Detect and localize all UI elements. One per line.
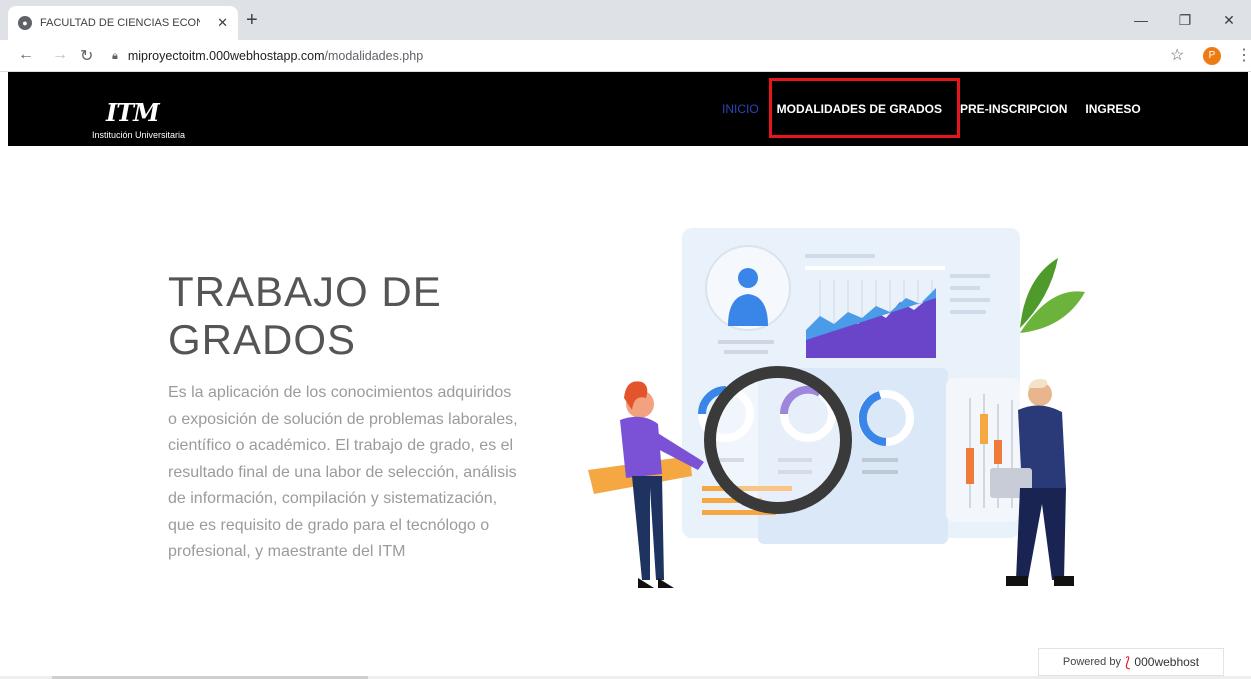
window-close-icon[interactable]: ✕	[1207, 0, 1251, 40]
powered-by-badge[interactable]: Powered by ⟅ 000webhost	[1038, 648, 1224, 676]
restore-icon[interactable]: ❐	[1163, 0, 1207, 40]
nav-pre-inscripcion[interactable]: PRE-INSCRIPCION	[960, 102, 1067, 116]
hero-text-line: científico o académico. El trabajo de gr…	[168, 437, 514, 454]
globe-icon: ●	[18, 16, 32, 30]
minimize-icon[interactable]: —	[1119, 0, 1163, 40]
site-navbar: ITM Institución Universitaria INICIO MOD…	[8, 72, 1248, 146]
page-title: TRABAJO DE GRADOS	[168, 268, 442, 364]
badge-name: 000webhost	[1134, 655, 1200, 669]
hero-text-line: de información, compilación y sistematiz…	[168, 490, 498, 507]
url-path: /modalidades.php	[324, 49, 424, 63]
hero-text-line: resultado final de una labor de selecció…	[168, 463, 517, 481]
window-controls: — ❐ ✕	[1119, 0, 1251, 40]
lock-icon: 🔒︎	[112, 49, 118, 62]
arrow-left-icon[interactable]: ←	[18, 46, 34, 64]
hero-text-line: Es la aplicación de los conocimientos ad…	[168, 384, 512, 401]
title-line-1: TRABAJO DE	[168, 268, 442, 315]
nav-ingreso[interactable]: INGRESO	[1085, 102, 1140, 116]
hero-text-line: o exposición de solución de problemas la…	[168, 410, 518, 428]
browser-tab[interactable]: ● FACULTAD DE CIENCIAS ECONÓ ✕	[8, 6, 238, 40]
arrow-right-icon[interactable]: →	[52, 46, 68, 64]
browser-toolbar: ← → ↻ 🔒︎ miproyectoitm.000webhostapp.com…	[0, 40, 1251, 72]
logo-mark: ITM	[106, 98, 160, 127]
profile-avatar[interactable]: P	[1203, 47, 1221, 65]
logo-subtitle: Institución Universitaria	[92, 130, 186, 140]
plus-icon[interactable]: +	[246, 9, 258, 32]
reload-icon[interactable]: ↻	[80, 46, 93, 66]
hero-illustration	[588, 228, 1085, 588]
hero-description: Es la aplicación de los conocimientos ad…	[168, 380, 580, 566]
close-icon[interactable]: ✕	[217, 15, 228, 31]
webhost-logo-icon: ⟅	[1124, 653, 1131, 670]
kebab-menu-icon[interactable]: ⋮	[1236, 45, 1251, 65]
badge-prefix: Powered by	[1062, 656, 1121, 668]
hero-text-line: que es requisito de grado para el tecnól…	[168, 516, 490, 534]
hero-text-line: profesional, y maestrante del ITM	[168, 543, 406, 560]
itm-logo[interactable]: ITM Institución Universitaria	[92, 98, 192, 142]
browser-tab-strip: ● FACULTAD DE CIENCIAS ECONÓ ✕ + — ❐ ✕	[0, 0, 1251, 40]
title-line-2: GRADOS	[168, 316, 357, 363]
magnifier-glass	[704, 366, 852, 514]
tab-title: FACULTAD DE CIENCIAS ECONÓ	[40, 17, 200, 29]
url-domain: miproyectoitm.000webhostapp.com	[127, 49, 325, 63]
star-icon[interactable]: ☆	[1170, 45, 1184, 65]
highlight-box	[769, 78, 960, 138]
url-text: miproyectoitm.000webhostapp.com/modalida…	[128, 49, 423, 63]
nav-inicio[interactable]: INICIO	[722, 102, 759, 116]
address-bar[interactable]: 🔒︎ miproyectoitm.000webhostapp.com/modal…	[112, 44, 1152, 68]
